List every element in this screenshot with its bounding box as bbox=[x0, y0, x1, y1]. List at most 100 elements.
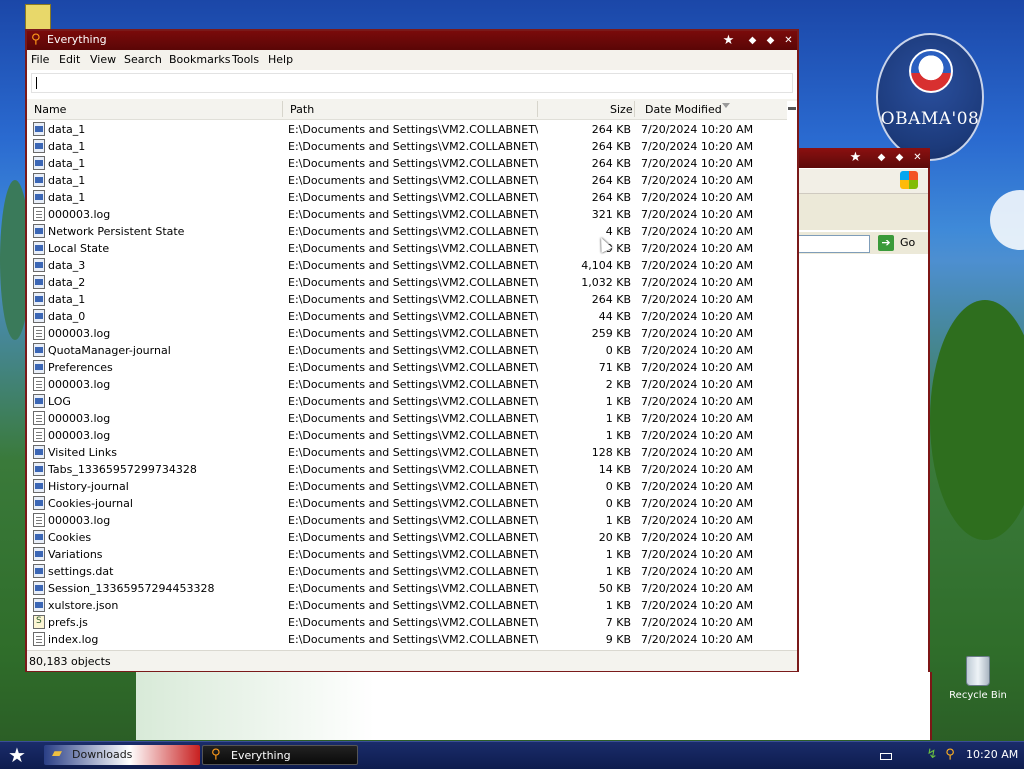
close-button[interactable]: ✕ bbox=[910, 150, 925, 165]
file-path: E:\Documents and Settings\VM2.COLLABNET\… bbox=[288, 123, 538, 136]
column-divider[interactable] bbox=[282, 101, 283, 117]
file-row[interactable]: data_1 E:\Documents and Settings\VM2.COLL… bbox=[27, 121, 787, 138]
file-row[interactable]: 000003.log E:\Documents and Settings\VM2.… bbox=[27, 376, 787, 393]
file-row[interactable]: QuotaManager-journal E:\Documents and Set… bbox=[27, 342, 787, 359]
file-date-modified: 7/20/2024 10:20 AM bbox=[641, 293, 754, 306]
file-row[interactable]: data_1 E:\Documents and Settings\VM2.COLL… bbox=[27, 291, 787, 308]
file-row[interactable]: prefs.js E:\Documents and Settings\VM2.CO… bbox=[27, 614, 787, 631]
file-path: E:\Documents and Settings\VM2.COLLABNET\… bbox=[288, 616, 538, 629]
maximize-button[interactable]: ◆ bbox=[763, 33, 778, 48]
desktop-shortcut-icon[interactable] bbox=[25, 4, 51, 30]
close-button[interactable]: ✕ bbox=[781, 33, 796, 48]
menu-help[interactable]: Help bbox=[268, 53, 293, 66]
file-row[interactable]: Preferences E:\Documents and Settings\VM2… bbox=[27, 359, 787, 376]
file-row[interactable]: data_0 E:\Documents and Settings\VM2.COLL… bbox=[27, 308, 787, 325]
star-icon: ★ bbox=[849, 150, 862, 165]
file-path: E:\Documents and Settings\VM2.COLLABNET\… bbox=[288, 174, 538, 187]
menu-bookmarks[interactable]: Bookmarks bbox=[169, 53, 230, 66]
taskbar-item-downloads[interactable]: ▰ Downloads bbox=[44, 745, 200, 765]
background-toolbar-2 bbox=[798, 194, 928, 230]
file-row[interactable]: Tabs_13365957299734328 E:\Documents and S… bbox=[27, 461, 787, 478]
file-row[interactable]: data_2 E:\Documents and Settings\VM2.COLL… bbox=[27, 274, 787, 291]
column-divider[interactable] bbox=[634, 101, 635, 117]
go-button-label[interactable]: Go bbox=[900, 236, 915, 249]
clock[interactable]: 10:20 AM bbox=[966, 748, 1018, 761]
scrollbar-thumb[interactable] bbox=[788, 107, 796, 110]
search-input[interactable] bbox=[31, 73, 793, 93]
file-row[interactable]: settings.dat E:\Documents and Settings\VM… bbox=[27, 563, 787, 580]
file-row[interactable]: data_3 E:\Documents and Settings\VM2.COLL… bbox=[27, 257, 787, 274]
file-row[interactable]: Cookies E:\Documents and Settings\VM2.COL… bbox=[27, 529, 787, 546]
file-name: 000003.log bbox=[48, 378, 111, 391]
document-file-icon bbox=[33, 309, 45, 323]
file-row[interactable]: 000003.log E:\Documents and Settings\VM2.… bbox=[27, 325, 787, 342]
minimize-button[interactable]: ◆ bbox=[874, 150, 889, 165]
file-row[interactable]: Session_13365957294453328 E:\Documents an… bbox=[27, 580, 787, 597]
menu-view[interactable]: View bbox=[90, 53, 116, 66]
file-row[interactable]: Cookies-journal E:\Documents and Settings… bbox=[27, 495, 787, 512]
column-header-size[interactable]: Size bbox=[610, 103, 633, 116]
everything-window[interactable]: ⚲ Everything ★ ◆ ◆ ✕ File Edit View Sear… bbox=[25, 29, 799, 672]
menu-bar: File Edit View Search Bookmarks Tools He… bbox=[27, 50, 797, 70]
file-path: E:\Documents and Settings\VM2.COLLABNET\… bbox=[288, 463, 538, 476]
file-size: 1 KB bbox=[605, 429, 631, 442]
go-arrow-icon[interactable]: ➔ bbox=[878, 235, 894, 251]
document-file-icon bbox=[33, 445, 45, 459]
window-title: Everything bbox=[47, 33, 107, 46]
file-row[interactable]: LOG E:\Documents and Settings\VM2.COLLABN… bbox=[27, 393, 787, 410]
column-header-date-modified[interactable]: Date Modified bbox=[645, 103, 722, 116]
file-row[interactable]: Variations E:\Documents and Settings\VM2.… bbox=[27, 546, 787, 563]
network-icon[interactable]: ↯ bbox=[924, 747, 940, 763]
file-size: 0 KB bbox=[605, 497, 631, 510]
recycle-bin[interactable]: Recycle Bin bbox=[948, 656, 1008, 701]
file-row[interactable]: Local State E:\Documents and Settings\VM2… bbox=[27, 240, 787, 257]
document-file-icon bbox=[33, 564, 45, 578]
menu-tools[interactable]: Tools bbox=[232, 53, 259, 66]
file-row[interactable]: 000003.log E:\Documents and Settings\VM2.… bbox=[27, 410, 787, 427]
file-date-modified: 7/20/2024 10:20 AM bbox=[641, 497, 754, 510]
file-path: E:\Documents and Settings\VM2.COLLABNET\… bbox=[288, 497, 538, 510]
column-divider[interactable] bbox=[537, 101, 538, 117]
file-row[interactable]: Network Persistent State E:\Documents and… bbox=[27, 223, 787, 240]
file-name: data_0 bbox=[48, 310, 86, 323]
file-path: E:\Documents and Settings\VM2.COLLABNET\… bbox=[288, 140, 538, 153]
minimize-button[interactable]: ◆ bbox=[745, 33, 760, 48]
taskbar-item-everything[interactable]: ⚲ Everything bbox=[202, 745, 358, 765]
window-titlebar[interactable]: ⚲ Everything ★ ◆ ◆ ✕ bbox=[27, 31, 797, 50]
file-row[interactable]: History-journal E:\Documents and Settings… bbox=[27, 478, 787, 495]
document-file-icon bbox=[33, 479, 45, 493]
column-header-name[interactable]: Name bbox=[34, 103, 66, 116]
document-file-icon bbox=[33, 462, 45, 476]
menu-edit[interactable]: Edit bbox=[59, 53, 80, 66]
file-size: 264 KB bbox=[591, 174, 631, 187]
file-name: Preferences bbox=[48, 361, 113, 374]
maximize-button[interactable]: ◆ bbox=[892, 150, 907, 165]
file-row[interactable]: 000003.log E:\Documents and Settings\VM2.… bbox=[27, 427, 787, 444]
vertical-scrollbar[interactable] bbox=[787, 101, 797, 649]
file-row[interactable]: data_1 E:\Documents and Settings\VM2.COLL… bbox=[27, 172, 787, 189]
file-name: Session_13365957294453328 bbox=[48, 582, 215, 595]
menu-search[interactable]: Search bbox=[124, 53, 162, 66]
everything-tray-icon[interactable]: ⚲ bbox=[942, 747, 958, 763]
file-row[interactable]: data_1 E:\Documents and Settings\VM2.COLL… bbox=[27, 189, 787, 206]
file-row[interactable]: data_1 E:\Documents and Settings\VM2.COLL… bbox=[27, 138, 787, 155]
file-row[interactable]: Visited Links E:\Documents and Settings\V… bbox=[27, 444, 787, 461]
document-file-icon bbox=[33, 581, 45, 595]
file-size: 44 KB bbox=[598, 310, 631, 323]
text-file-icon bbox=[33, 632, 45, 646]
file-row[interactable]: xulstore.json E:\Documents and Settings\V… bbox=[27, 597, 787, 614]
column-header-path[interactable]: Path bbox=[290, 103, 314, 116]
file-row[interactable]: 000003.log E:\Documents and Settings\VM2.… bbox=[27, 206, 787, 223]
keyboard-icon[interactable] bbox=[880, 753, 892, 760]
file-name: 000003.log bbox=[48, 327, 111, 340]
start-button[interactable]: ★ bbox=[4, 744, 30, 766]
document-file-icon bbox=[33, 343, 45, 357]
file-size: 1 KB bbox=[605, 514, 631, 527]
file-row[interactable]: 000003.log E:\Documents and Settings\VM2.… bbox=[27, 512, 787, 529]
address-input[interactable] bbox=[798, 235, 870, 253]
background-address-bar: ➔ Go bbox=[798, 232, 928, 254]
file-size: 0 KB bbox=[605, 344, 631, 357]
file-row[interactable]: data_1 E:\Documents and Settings\VM2.COLL… bbox=[27, 155, 787, 172]
file-row[interactable]: index.log E:\Documents and Settings\VM2.C… bbox=[27, 631, 787, 648]
menu-file[interactable]: File bbox=[31, 53, 49, 66]
